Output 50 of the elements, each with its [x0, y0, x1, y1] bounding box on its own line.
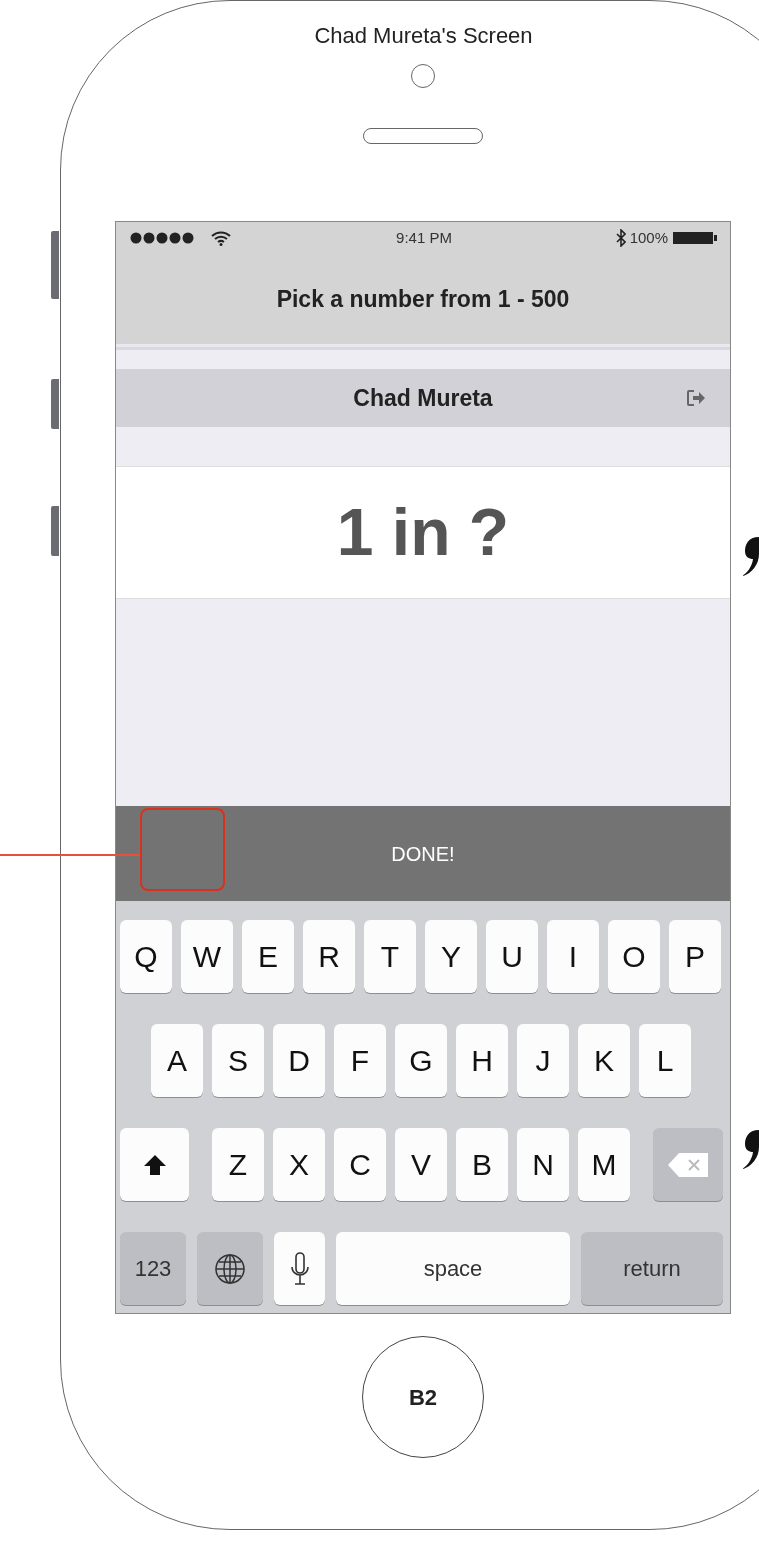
bluetooth-icon: [615, 229, 626, 247]
odds-text: 1 in ?: [336, 494, 510, 571]
letter-key[interactable]: J: [517, 1024, 569, 1097]
letter-key[interactable]: P: [669, 920, 721, 993]
letter-key[interactable]: U: [486, 920, 538, 993]
edge-mark-icon: [742, 1128, 759, 1170]
letter-key[interactable]: G: [395, 1024, 447, 1097]
letter-key[interactable]: N: [517, 1128, 569, 1201]
user-name: Chad Mureta: [353, 383, 493, 413]
letter-key[interactable]: X: [273, 1128, 325, 1201]
letter-key[interactable]: A: [151, 1024, 203, 1097]
backspace-icon: [667, 1151, 709, 1178]
letter-key[interactable]: Y: [425, 920, 477, 993]
return-key[interactable]: return: [581, 1232, 723, 1305]
letter-key[interactable]: I: [547, 920, 599, 993]
globe-key[interactable]: [197, 1232, 263, 1305]
home-button[interactable]: B2: [362, 1336, 484, 1458]
letter-key[interactable]: Z: [212, 1128, 264, 1201]
letter-key[interactable]: S: [212, 1024, 264, 1097]
wifi-icon: [210, 230, 232, 246]
space-key[interactable]: space: [336, 1232, 570, 1305]
letter-key[interactable]: R: [303, 920, 355, 993]
letter-key[interactable]: K: [578, 1024, 630, 1097]
edge-mark-icon: [742, 535, 759, 577]
battery-percent: 100%: [629, 227, 668, 248]
done-button[interactable]: DONE!: [116, 806, 730, 901]
battery-icon: [672, 231, 718, 245]
letter-key[interactable]: F: [334, 1024, 386, 1097]
letter-key[interactable]: E: [242, 920, 294, 993]
letter-key[interactable]: W: [181, 920, 233, 993]
letter-key[interactable]: C: [334, 1128, 386, 1201]
letter-key[interactable]: O: [608, 920, 660, 993]
letter-key[interactable]: Q: [120, 920, 172, 993]
letter-key[interactable]: L: [639, 1024, 691, 1097]
shift-key[interactable]: [120, 1128, 189, 1201]
numbers-key[interactable]: 123: [120, 1232, 186, 1305]
letter-key[interactable]: T: [364, 920, 416, 993]
letter-key[interactable]: B: [456, 1128, 508, 1201]
logout-icon[interactable]: [686, 389, 706, 407]
letter-key[interactable]: H: [456, 1024, 508, 1097]
microphone-icon: [289, 1251, 310, 1286]
globe-icon: [214, 1252, 246, 1285]
dictation-key[interactable]: [274, 1232, 325, 1305]
header-title: Pick a number from 1 - 500: [116, 254, 730, 347]
letter-key[interactable]: D: [273, 1024, 325, 1097]
status-time: 9:41 PM: [396, 227, 452, 248]
letter-key[interactable]: M: [578, 1128, 630, 1201]
letter-key[interactable]: V: [395, 1128, 447, 1201]
screen-title: Chad Mureta's Screen: [313, 22, 534, 50]
shift-icon: [142, 1153, 167, 1176]
